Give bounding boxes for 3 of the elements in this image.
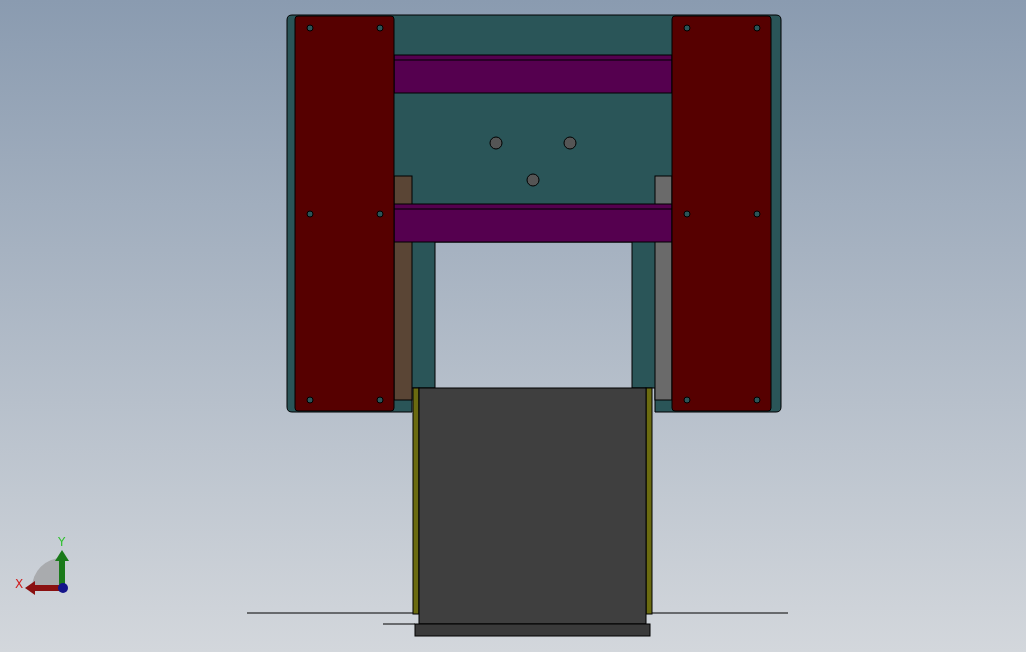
axis-label: Y (58, 535, 66, 549)
axis-label: X (15, 577, 24, 591)
axis-triad-icon (25, 550, 69, 595)
